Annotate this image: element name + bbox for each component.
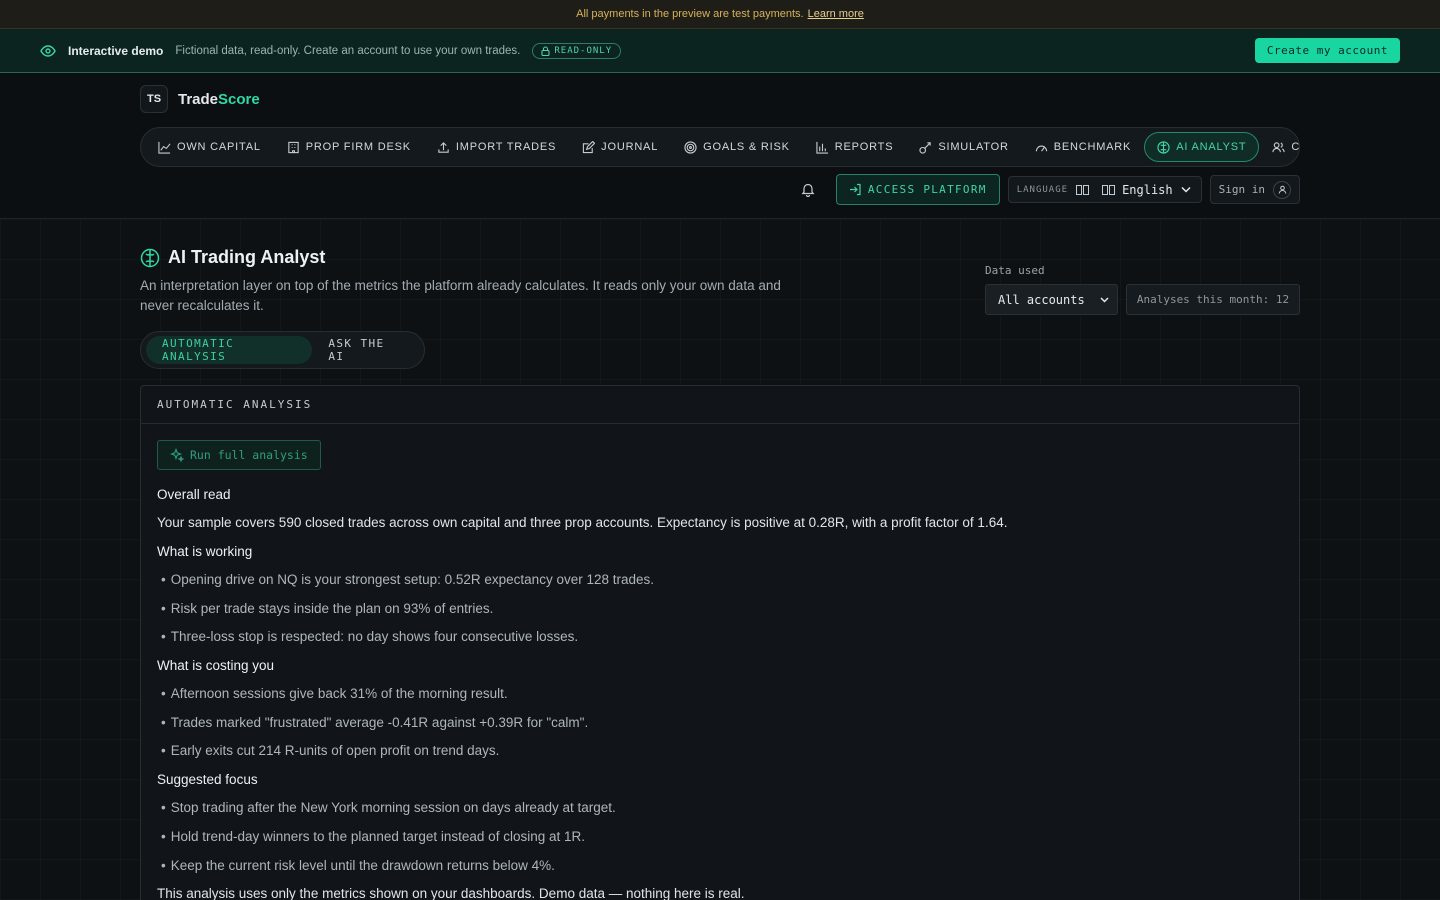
notice-text: All payments in the preview are test pay…	[576, 8, 804, 20]
nav-community[interactable]: COMMU	[1259, 132, 1300, 162]
list-item: Keep the current risk level until the dr…	[157, 855, 1277, 884]
payment-notice: All payments in the preview are test pay…	[0, 0, 1440, 29]
sign-in-label: Sign in	[1218, 183, 1265, 196]
overall-read-title: Overall read	[157, 487, 231, 502]
list-item: Stop trading after the New York morning …	[157, 797, 1277, 826]
users-icon	[1272, 141, 1285, 152]
gauge-icon	[1035, 145, 1047, 152]
language-label: LANGUAGE	[1016, 184, 1069, 195]
page-title: AI Trading Analyst	[140, 247, 325, 268]
focus-title: Suggested focus	[157, 772, 258, 788]
nav-ai-analyst[interactable]: AI ANALYST	[1144, 132, 1260, 162]
analysis-tabs: AUTOMATIC ANALYSIS ASK THE AI	[140, 331, 425, 369]
list-item: Opening drive on NQ is your strongest se…	[157, 569, 1277, 598]
sparkles-icon	[170, 448, 184, 462]
language-value: English	[1102, 183, 1173, 197]
list-item: Risk per trade stays inside the plan on …	[157, 598, 1277, 627]
data-used-label: Data used	[985, 264, 1045, 277]
analysis-panel: AUTOMATIC ANALYSIS Run full analysis Ove…	[140, 385, 1300, 900]
learn-more-link[interactable]: Learn more	[808, 8, 864, 20]
nav-label: GOALS & RISK	[703, 141, 790, 153]
nav-goals-risk[interactable]: GOALS & RISK	[671, 132, 803, 162]
nav-label: COMMU	[1291, 141, 1300, 153]
costing-title: What is costing you	[157, 658, 275, 674]
working-title: What is working	[157, 544, 253, 559]
analyses-counter: Analyses this month: 12	[1126, 284, 1300, 315]
page-title-text: AI Trading Analyst	[168, 247, 326, 267]
nav-label: BENCHMARK	[1053, 141, 1132, 153]
overall-read-text: Your sample covers 590 closed trades acr…	[157, 515, 1008, 530]
brain-icon	[1157, 140, 1170, 154]
nav-label: OWN CAPITAL	[177, 141, 261, 153]
sign-in-button[interactable]: Sign in	[1209, 175, 1300, 204]
read-only-badge: READ-ONLY	[532, 42, 622, 59]
flask-icon	[919, 141, 932, 154]
list-item: Early exits cut 214 R-units of open prof…	[157, 740, 1277, 769]
building-icon	[288, 141, 299, 153]
user-icon	[1278, 185, 1286, 194]
notifications-button[interactable]	[796, 178, 820, 202]
header: TS TradeScore OWN CAPITAL PROP FIRM DESK…	[0, 73, 1440, 219]
nav-label: IMPORT TRADES	[455, 141, 557, 153]
demo-title: Interactive demo	[68, 43, 164, 58]
nav-journal[interactable]: JOURNAL	[569, 132, 671, 162]
flag-icon	[1102, 184, 1116, 195]
main-content: AI Trading Analyst An interpretation lay…	[0, 219, 1440, 900]
brand-name-part1: Trade	[178, 90, 219, 108]
nav-label: REPORTS	[834, 141, 894, 153]
upload-icon	[438, 141, 449, 153]
globe-icon	[1076, 184, 1090, 195]
tab-automatic-analysis[interactable]: AUTOMATIC ANALYSIS	[146, 336, 313, 364]
nav-simulator[interactable]: SIMULATOR	[906, 132, 1021, 162]
account-select[interactable]: All accounts	[985, 284, 1118, 315]
brand-logo: TS	[140, 85, 168, 113]
header-toolbar: ACCESS PLATFORM LANGUAGE English Sign in	[796, 174, 1300, 205]
target-icon	[684, 140, 697, 154]
demo-description: Fictional data, read-only. Create an acc…	[175, 44, 521, 57]
chart-line-icon	[158, 141, 171, 154]
analysis-footnote: This analysis uses only the metrics show…	[157, 886, 745, 900]
chevron-down-icon	[1181, 186, 1191, 193]
nav-label: PROP FIRM DESK	[305, 141, 411, 153]
nav-label: JOURNAL	[601, 141, 659, 153]
language-value-text: English	[1122, 182, 1173, 197]
chevron-down-icon	[1100, 296, 1109, 303]
bar-chart-icon	[816, 141, 828, 154]
list-item: Three-loss stop is respected: no day sho…	[157, 626, 1277, 655]
nav-import-trades[interactable]: IMPORT TRADES	[424, 132, 569, 162]
page-subtitle: An interpretation layer on top of the me…	[140, 278, 781, 313]
run-analysis-label: Run full analysis	[190, 448, 308, 462]
avatar	[1273, 180, 1291, 199]
lock-icon	[541, 45, 550, 56]
list-item: Hold trend-day winners to the planned ta…	[157, 826, 1277, 855]
nav-prop-firm-desk[interactable]: PROP FIRM DESK	[274, 132, 424, 162]
nav-own-capital[interactable]: OWN CAPITAL	[157, 132, 274, 162]
main-nav: OWN CAPITAL PROP FIRM DESK IMPORT TRADES…	[140, 127, 1300, 167]
access-platform-label: ACCESS PLATFORM	[867, 183, 987, 196]
demo-bar: Interactive demo Fictional data, read-on…	[0, 29, 1440, 73]
account-select-value: All accounts	[998, 292, 1085, 307]
brand-name: TradeScore	[178, 91, 260, 108]
brand-name-part2: Score	[218, 90, 260, 108]
create-account-button[interactable]: Create my account	[1254, 38, 1400, 63]
access-platform-button[interactable]: ACCESS PLATFORM	[835, 174, 1000, 205]
sign-in-icon	[849, 183, 861, 196]
nav-label: SIMULATOR	[938, 141, 1009, 153]
brand[interactable]: TS TradeScore	[140, 85, 260, 113]
nav-reports[interactable]: REPORTS	[803, 132, 907, 162]
list-item: Afternoon sessions give back 31% of the …	[157, 683, 1277, 712]
tab-ask-the-ai[interactable]: ASK THE AI	[312, 336, 419, 364]
list-item: Trades marked "frustrated" average -0.41…	[157, 712, 1277, 741]
eye-icon	[40, 44, 56, 57]
bell-icon	[801, 183, 815, 197]
analysis-content: Overall read Your sample covers 590 clos…	[157, 484, 1277, 900]
edit-icon	[583, 140, 596, 153]
language-select[interactable]: LANGUAGE English	[1007, 176, 1202, 203]
panel-heading: AUTOMATIC ANALYSIS	[141, 386, 1299, 424]
run-analysis-button[interactable]: Run full analysis	[157, 440, 321, 470]
read-only-label: READ-ONLY	[554, 45, 613, 56]
brain-icon	[140, 248, 160, 267]
nav-label: AI ANALYST	[1176, 141, 1247, 153]
nav-benchmark[interactable]: BENCHMARK	[1022, 132, 1145, 162]
